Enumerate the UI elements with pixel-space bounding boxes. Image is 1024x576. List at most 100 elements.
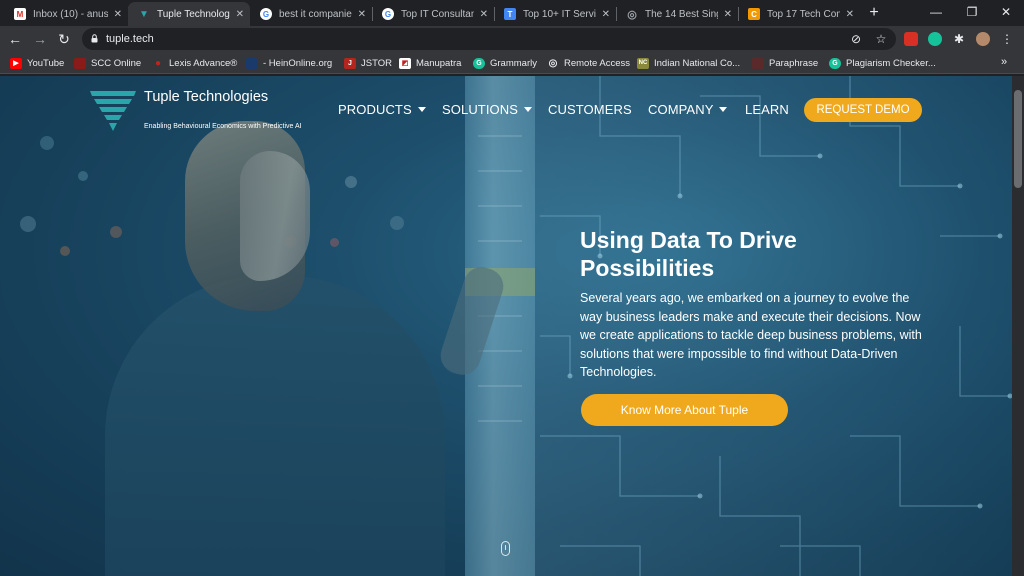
chevron-down-icon <box>719 107 728 112</box>
new-tab-button[interactable]: + <box>864 3 884 23</box>
scroll-mouse-icon[interactable] <box>501 541 510 556</box>
tab-title: Top 10+ IT Service <box>523 8 596 20</box>
tab-top-it-consultant[interactable]: G Top IT Consultant ✕ <box>372 2 494 26</box>
paraphrase-icon <box>752 57 764 69</box>
gmail-icon: M <box>14 8 26 20</box>
bookmark-plagiarism-checker[interactable]: G Plagiarism Checker... <box>829 56 936 70</box>
bookmark-label: Grammarly <box>490 57 537 69</box>
web-page: Tuple Technologies Enabling Behavioural … <box>0 76 1012 576</box>
request-demo-button[interactable]: REQUEST DEMO <box>804 98 922 122</box>
bookmark-youtube[interactable]: ▶ YouTube <box>10 56 64 70</box>
chevron-down-icon <box>417 107 426 112</box>
globe-icon: ◎ <box>548 57 558 69</box>
nav-products[interactable]: PRODUCTS <box>338 102 426 117</box>
bookmark-label: Indian National Co... <box>654 57 741 69</box>
tuple-icon: ▼ <box>139 8 149 20</box>
url-text: tuple.tech <box>106 33 154 45</box>
nav-label: COMPANY <box>648 102 714 117</box>
eye-off-icon[interactable]: ⊘ <box>850 33 862 45</box>
bookmark-paraphrase[interactable]: Paraphrase <box>752 56 818 70</box>
nav-customers[interactable]: CUSTOMERS <box>548 102 632 117</box>
google-icon: G <box>260 8 272 20</box>
close-tab-icon[interactable]: ✕ <box>846 9 854 20</box>
close-tab-icon[interactable]: ✕ <box>480 9 488 20</box>
manupatra-icon: ◩ <box>399 57 411 69</box>
tab-title: Inbox (10) - anush <box>33 8 108 20</box>
nav-solutions[interactable]: SOLUTIONS <box>442 102 533 117</box>
tab-title: best it companies <box>279 8 352 20</box>
site-icon: C <box>748 8 760 20</box>
bookmark-scc-online[interactable]: SCC Online <box>74 56 141 70</box>
grammarly-icon: G <box>473 57 485 69</box>
youtube-icon: ▶ <box>10 57 22 69</box>
tab-top-17-tech[interactable]: C Top 17 Tech Comp ✕ <box>738 2 860 26</box>
grammarly-extension-icon[interactable] <box>928 32 942 46</box>
bookmark-heinonline[interactable]: - HeinOnline.org <box>246 56 332 70</box>
lexis-icon: ● <box>154 57 162 69</box>
brand-name[interactable]: Tuple Technologies <box>144 89 284 105</box>
woman-body-image <box>105 276 445 576</box>
woman-face-image <box>240 151 310 281</box>
bookmark-label: Lexis Advance® <box>169 57 238 69</box>
page-scrollbar[interactable] <box>1012 76 1024 576</box>
bookmark-grammarly[interactable]: G Grammarly <box>473 56 537 70</box>
minimize-button[interactable]: — <box>926 3 946 21</box>
back-button[interactable]: ← <box>6 30 24 48</box>
know-more-button[interactable]: Know More About Tuple <box>581 394 788 426</box>
nav-company[interactable]: COMPANY <box>648 102 728 117</box>
star-icon[interactable]: ☆ <box>875 33 887 45</box>
address-bar[interactable]: tuple.tech ⊘ ☆ <box>82 28 896 50</box>
tab-title: Top IT Consultant <box>401 8 474 20</box>
restore-button[interactable]: ❐ <box>962 3 982 21</box>
nav-label: SOLUTIONS <box>442 102 519 117</box>
nav-label: PRODUCTS <box>338 102 412 117</box>
bookmark-label: - HeinOnline.org <box>263 57 333 69</box>
bookmark-remote-access[interactable]: ◎ Remote Access <box>547 56 630 70</box>
bookmark-label: Remote Access <box>564 57 630 69</box>
reload-button[interactable]: ↻ <box>55 30 73 48</box>
close-tab-icon[interactable]: ✕ <box>358 9 366 20</box>
forward-button[interactable]: → <box>31 30 49 48</box>
bookmark-manupatra[interactable]: ◩ Manupatra <box>399 56 461 70</box>
nav-label: CUSTOMERS <box>548 102 632 117</box>
puzzle-icon[interactable]: ✱ <box>952 32 966 46</box>
bookmark-indian-national[interactable]: NC Indian National Co... <box>637 56 740 70</box>
tab-inbox[interactable]: M Inbox (10) - anush ✕ <box>4 2 128 26</box>
brand-tagline: Enabling Behavioural Economics with Pred… <box>144 123 302 130</box>
chevron-down-icon <box>524 107 533 112</box>
menu-icon[interactable]: ⋮ <box>1000 32 1014 46</box>
scc-icon <box>74 57 86 69</box>
tab-title: Tuple Technologie <box>157 8 230 20</box>
tab-strip: M Inbox (10) - anush ✕ ▼ Tuple Technolog… <box>0 0 1024 26</box>
bookmark-label: Paraphrase <box>769 57 819 69</box>
browser-toolbar: ← → ↻ tuple.tech ⊘ ☆ ✱ ⋮ <box>0 26 1024 52</box>
close-window-button[interactable]: ✕ <box>996 3 1016 21</box>
tab-title: The 14 Best Singa <box>645 8 718 20</box>
close-tab-icon[interactable]: ✕ <box>724 9 732 20</box>
close-tab-icon[interactable]: ✕ <box>602 9 610 20</box>
bookmark-lexis[interactable]: ● Lexis Advance® <box>152 56 237 70</box>
tab-14-best[interactable]: ◎ The 14 Best Singa ✕ <box>616 2 738 26</box>
tuple-logo-icon[interactable] <box>90 91 136 131</box>
extension-red-icon[interactable] <box>904 32 918 46</box>
tab-tuple[interactable]: ▼ Tuple Technologie ✕ <box>128 2 250 26</box>
bookmarks-overflow-button[interactable]: » <box>1001 56 1007 68</box>
inc-icon: NC <box>637 57 649 69</box>
hero-title: Using Data To Drive Possibilities <box>580 227 797 281</box>
globe-icon: ◎ <box>627 8 637 21</box>
avatar[interactable] <box>976 32 990 46</box>
close-tab-icon[interactable]: ✕ <box>114 9 122 20</box>
bookmark-label: Plagiarism Checker... <box>846 57 936 69</box>
tab-best-it[interactable]: G best it companies ✕ <box>250 2 372 26</box>
close-tab-icon[interactable]: ✕ <box>236 9 244 20</box>
bookmark-jstor[interactable]: J JSTOR <box>344 56 392 70</box>
nav-learn[interactable]: LEARN <box>745 102 789 117</box>
scrollbar-thumb[interactable] <box>1014 90 1022 188</box>
heinonline-icon <box>246 57 258 69</box>
bookmark-label: SCC Online <box>91 57 142 69</box>
bookmark-label: YouTube <box>27 57 65 69</box>
nav-label: LEARN <box>745 102 789 117</box>
tab-top-10-it[interactable]: T Top 10+ IT Service ✕ <box>494 2 616 26</box>
lock-icon <box>91 34 98 43</box>
bookmark-label: JSTOR <box>361 57 392 69</box>
